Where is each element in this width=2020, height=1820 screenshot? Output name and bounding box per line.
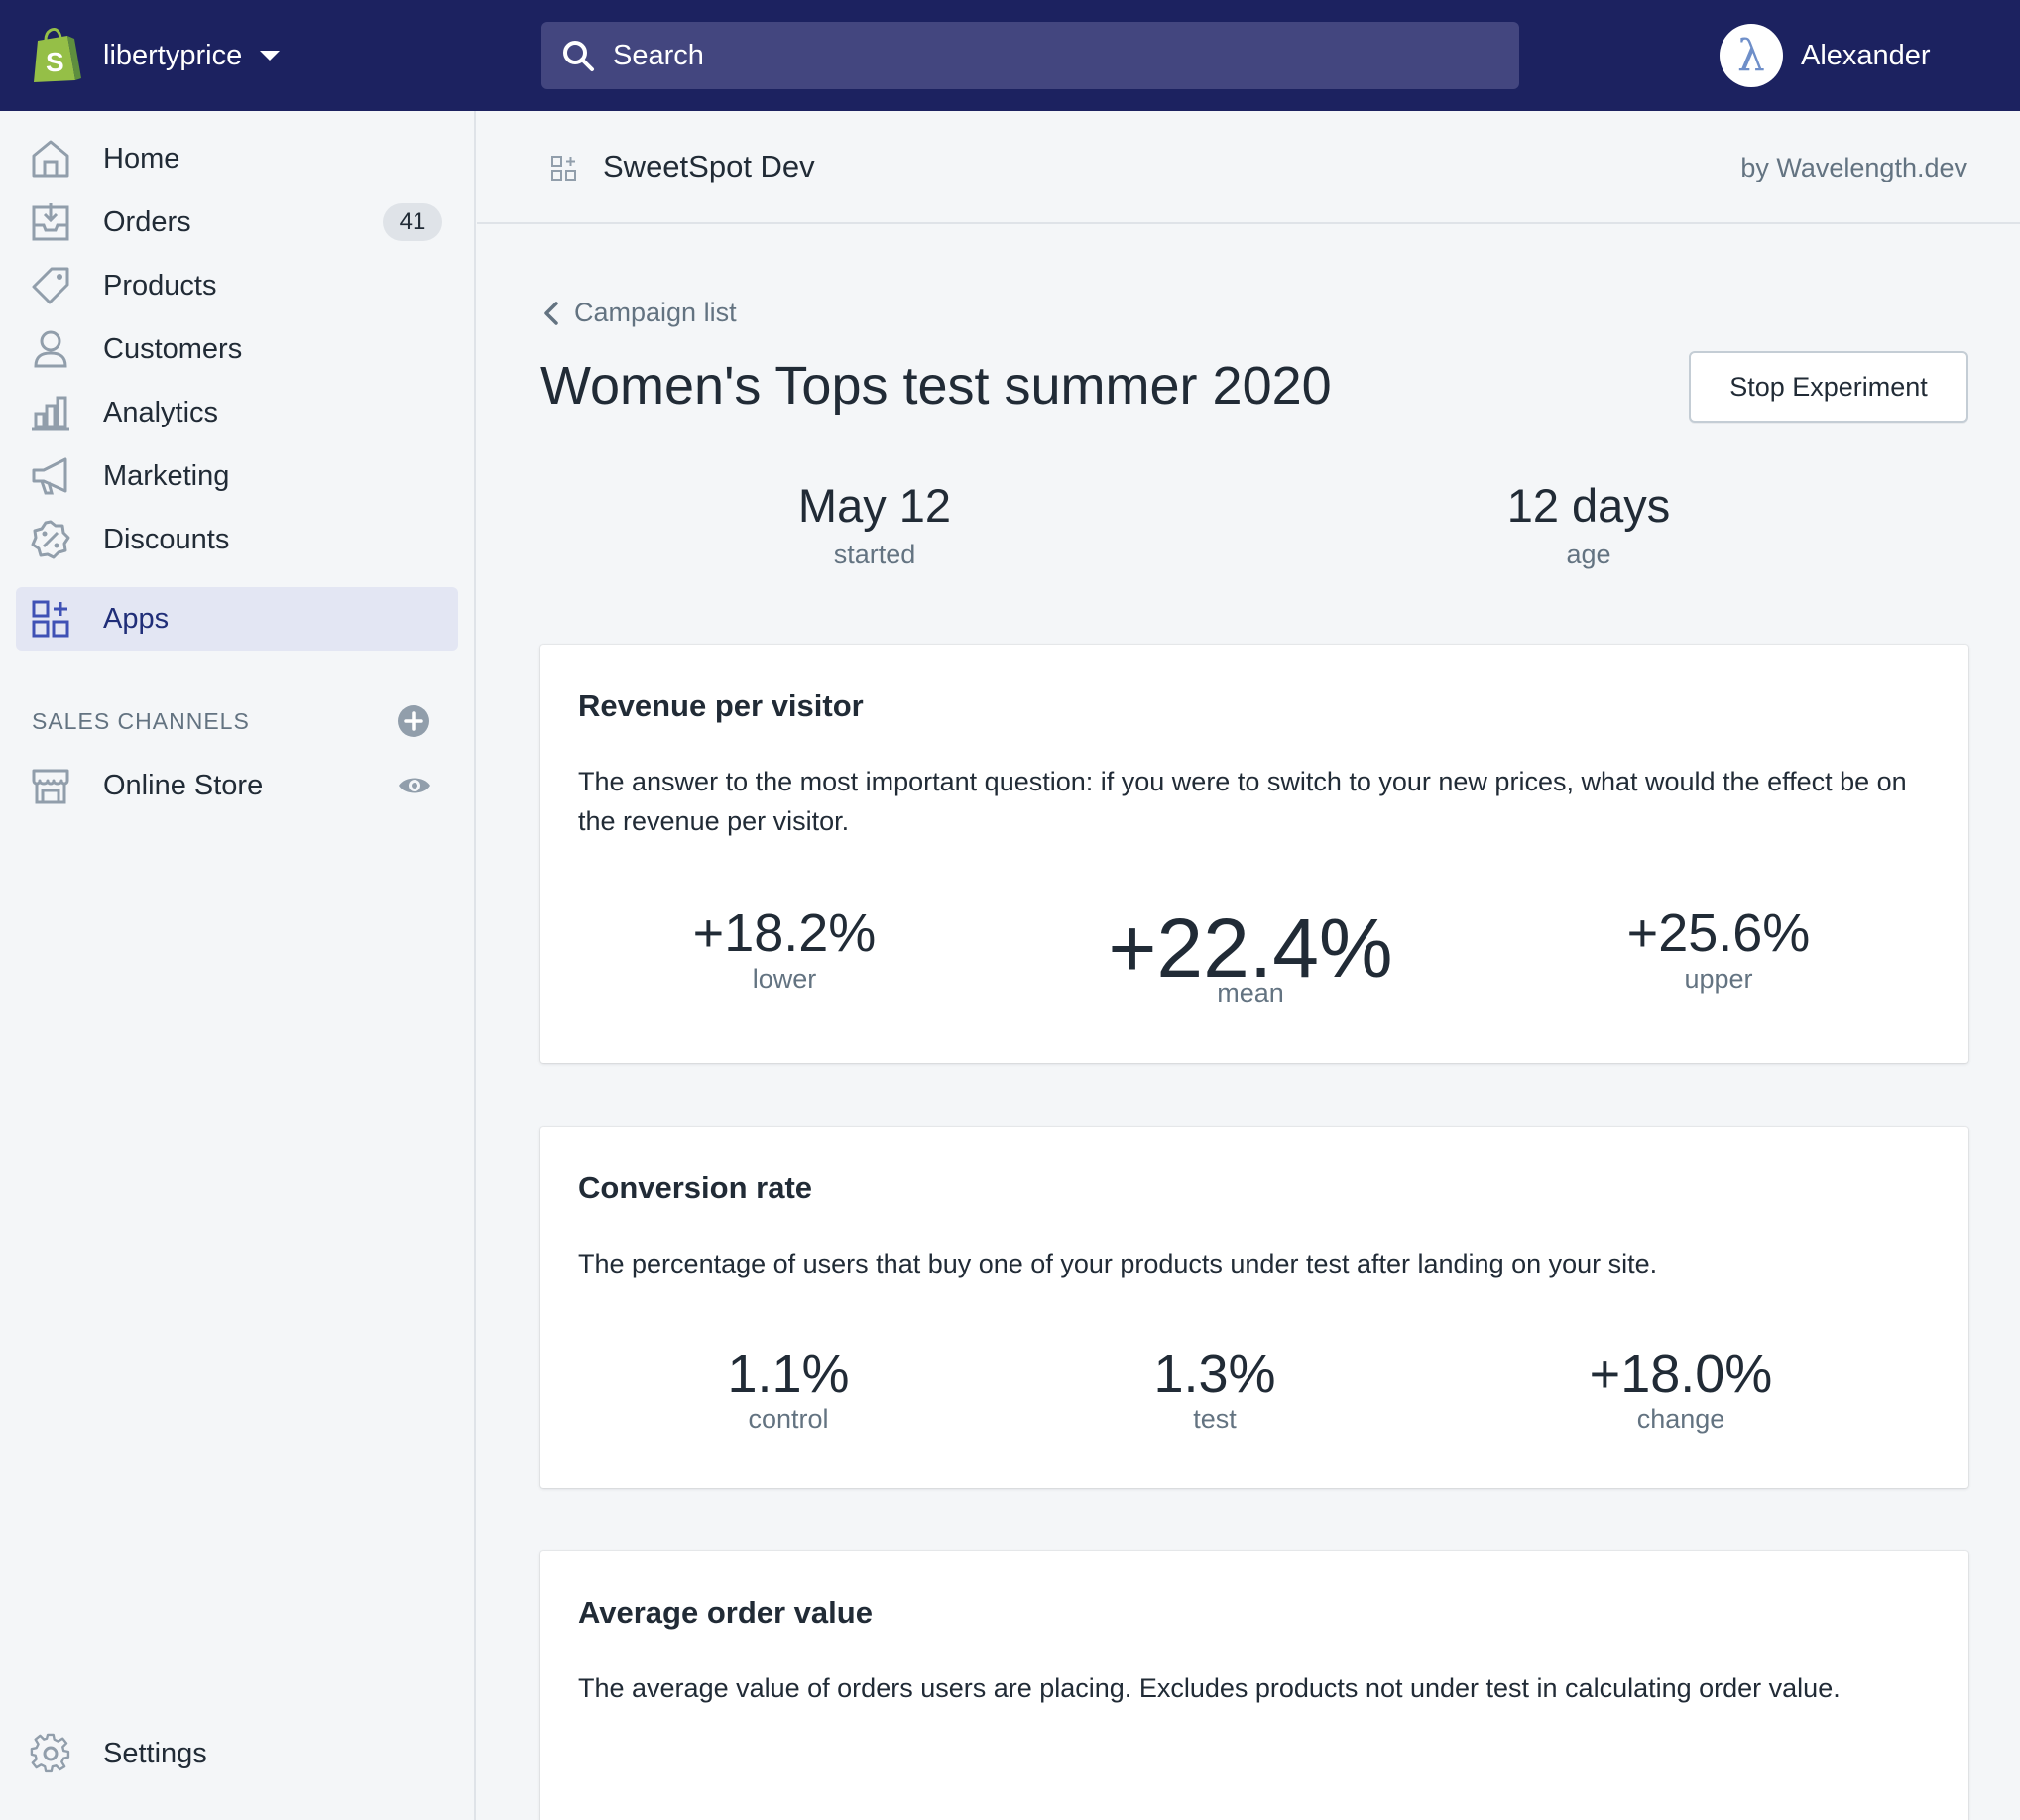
add-sales-channel-icon[interactable] [397, 704, 430, 738]
sidebar-item-online-store[interactable]: Online Store [16, 754, 458, 817]
test-value: 1.3% [1153, 1344, 1276, 1403]
revenue-per-visitor-card: Revenue per visitor The answer to the mo… [540, 645, 1968, 1063]
sidebar-item-settings[interactable]: Settings [16, 1722, 458, 1785]
sidebar-item-label: Analytics [103, 396, 219, 428]
age-label: age [1566, 540, 1611, 569]
apps-icon [32, 600, 69, 638]
back-to-campaign-list[interactable]: Campaign list [542, 298, 737, 328]
store-icon [32, 769, 69, 804]
apps-icon [551, 156, 576, 181]
change-label: change [1636, 1404, 1725, 1434]
sidebar-item-label: Orders [103, 205, 191, 238]
card-description: The answer to the most important questio… [578, 767, 1907, 836]
lower-metric: +18.2% lower [606, 903, 963, 995]
bar-chart-icon [32, 396, 69, 431]
card-title: Revenue per visitor [578, 688, 864, 723]
sidebar-item-label: Discounts [103, 523, 230, 555]
sidebar-item-products[interactable]: Products [16, 254, 458, 317]
test-metric: 1.3% test [1036, 1343, 1393, 1435]
test-label: test [1193, 1404, 1237, 1434]
change-metric: +18.0% change [1502, 1343, 1859, 1435]
store-name: libertyprice [103, 39, 243, 71]
sidebar-item-discounts[interactable]: Discounts [16, 508, 458, 571]
top-bar: S libertyprice λ Alexander [0, 0, 2020, 111]
card-title: Average order value [578, 1595, 873, 1630]
avatar: λ [1720, 24, 1783, 87]
app-header: SweetSpot Dev by Wavelength.dev [477, 111, 2020, 224]
sidebar-item-analytics[interactable]: Analytics [16, 381, 458, 444]
change-value: +18.0% [1589, 1344, 1773, 1403]
card-description: The average value of orders users are pl… [578, 1673, 1841, 1703]
average-order-value-card: Average order value The average value of… [540, 1551, 1968, 1820]
gear-icon [30, 1733, 70, 1773]
card-description: The percentage of users that buy one of … [578, 1249, 1658, 1278]
sidebar-item-orders[interactable]: Orders 41 [16, 190, 458, 254]
age-value: 12 days [1506, 479, 1671, 532]
card-title: Conversion rate [578, 1170, 813, 1205]
control-value: 1.1% [727, 1344, 850, 1403]
user-menu[interactable]: λ Alexander [1720, 24, 1931, 87]
discount-icon [31, 520, 70, 559]
sidebar-item-home[interactable]: Home [16, 127, 458, 190]
sidebar-item-apps[interactable]: Apps [16, 587, 458, 651]
search-input[interactable] [613, 39, 1485, 72]
stop-experiment-button[interactable]: Stop Experiment [1689, 351, 1968, 423]
conversion-rate-card: Conversion rate The percentage of users … [540, 1127, 1968, 1488]
user-name: Alexander [1801, 39, 1931, 71]
control-metric: 1.1% control [610, 1343, 967, 1435]
started-label: started [833, 540, 916, 569]
search-bar[interactable] [541, 22, 1519, 89]
store-switcher[interactable]: S libertyprice [30, 24, 281, 87]
shopify-bag-icon: S [34, 27, 81, 82]
caret-down-icon [260, 51, 281, 61]
orders-count-badge: 41 [383, 203, 442, 241]
lower-label: lower [752, 964, 817, 994]
lower-value: +18.2% [692, 904, 877, 963]
home-icon [32, 140, 69, 178]
upper-metric: +25.6% upper [1540, 903, 1897, 995]
upper-value: +25.6% [1626, 904, 1811, 963]
orders-icon [32, 203, 69, 241]
upper-label: upper [1684, 964, 1753, 994]
page-title: Women's Tops test summer 2020 [540, 356, 1332, 416]
sidebar-item-label: Settings [103, 1737, 207, 1769]
sales-channels-heading: SALES CHANNELS [32, 708, 250, 734]
main-content: Campaign list Women's Tops test summer 2… [477, 226, 2020, 1820]
sidebar-item-label: Apps [103, 602, 170, 635]
sidebar-item-label: Online Store [103, 769, 264, 801]
tag-icon [32, 267, 69, 304]
mean-metric: +22.4% mean [1072, 903, 1429, 1009]
eye-icon[interactable] [397, 768, 432, 803]
chevron-left-icon [544, 301, 558, 325]
app-developer: by Wavelength.dev [1740, 153, 1967, 182]
person-icon [34, 330, 67, 368]
sidebar-item-label: Customers [103, 332, 243, 365]
search-icon [563, 41, 594, 71]
sidebar-item-marketing[interactable]: Marketing [16, 444, 458, 508]
sidebar-item-label: Marketing [103, 459, 230, 492]
sidebar: Home Orders 41 Products Customers Analyt… [0, 111, 476, 1820]
age-stat: 12 days age [1390, 478, 1787, 570]
svg-text:S: S [46, 47, 64, 77]
control-label: control [748, 1404, 829, 1434]
started-value: May 12 [797, 479, 952, 532]
started-stat: May 12 started [676, 478, 1073, 570]
sidebar-item-label: Products [103, 269, 217, 302]
sidebar-item-customers[interactable]: Customers [16, 317, 458, 381]
back-link-label: Campaign list [574, 298, 737, 327]
megaphone-icon [32, 457, 67, 495]
app-title: SweetSpot Dev [603, 149, 815, 183]
sidebar-item-label: Home [103, 142, 180, 175]
